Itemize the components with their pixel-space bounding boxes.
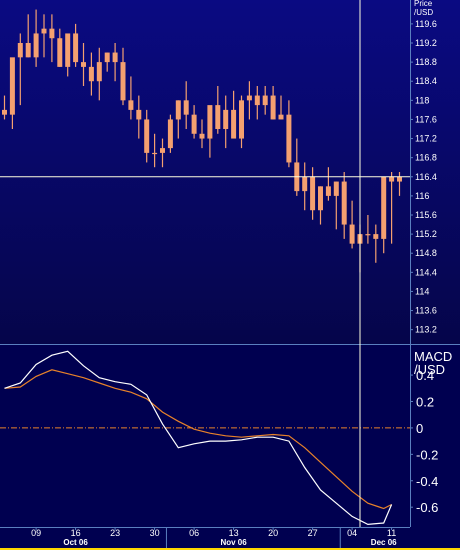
macd-tick-label: -0.4 (416, 474, 438, 489)
x-tick-label: 23 (110, 528, 120, 538)
candle-body (246, 95, 252, 101)
x-tick-label: 09 (31, 528, 41, 538)
macd-panel-background (0, 344, 460, 550)
candle-body (365, 234, 371, 236)
candle (167, 114, 173, 153)
x-tick-label: 20 (268, 528, 278, 538)
macd-tick-label: 0 (416, 421, 423, 436)
price-tick-label: 117.6 (415, 114, 437, 124)
candle-body (9, 57, 15, 115)
x-tick-label: 16 (71, 528, 81, 538)
macd-tick-label: -0.2 (416, 447, 438, 462)
candle-body (183, 100, 189, 115)
x-tick-label: 11 (387, 528, 396, 538)
candle-body (2, 109, 7, 115)
month-label: Nov 06 (220, 538, 247, 547)
price-tick-label: 117.2 (415, 134, 437, 144)
macd-tick-label: 0.2 (416, 394, 434, 409)
candle-body (278, 114, 284, 120)
x-tick-label: 30 (150, 528, 160, 538)
candle-body (25, 43, 31, 58)
candle-body (223, 109, 229, 129)
candle-body (17, 43, 23, 58)
candle-body (144, 119, 150, 153)
candle-body (325, 186, 331, 196)
candle-body (57, 38, 63, 67)
price-tick-label: 118 (415, 95, 429, 105)
price-tick-label: 115.6 (415, 210, 437, 220)
month-label: Oct 06 (63, 538, 88, 547)
x-tick-label: 13 (229, 528, 239, 538)
candle-body (88, 66, 94, 82)
price-tick-label: 114.8 (415, 248, 437, 258)
candle-body (65, 33, 71, 67)
candle-body (302, 176, 308, 192)
price-tick-label: 118.8 (415, 57, 437, 67)
candle-body (333, 181, 339, 196)
candle-body (318, 186, 323, 211)
candle-body (136, 109, 142, 120)
candle-body (81, 62, 86, 67)
candle-body (104, 52, 110, 63)
candle-body (167, 119, 173, 149)
x-tick-label: 06 (189, 528, 199, 538)
price-tick-label: 116.4 (415, 172, 437, 182)
price-tick-label: 115.2 (415, 229, 437, 239)
candle-body (373, 234, 379, 239)
x-tick-label: 04 (347, 528, 357, 538)
price-tick-label: 116.8 (415, 153, 437, 163)
price-tick-label: 119.2 (415, 38, 437, 48)
candle-body (270, 95, 276, 120)
chart-canvas: 113.2 113.6 114 114.4 114.8 115.2 115.6 116 116.… (0, 0, 460, 550)
price-axis-title: Price (414, 0, 433, 8)
candle-body (120, 62, 126, 101)
price-tick-label: 114.4 (415, 267, 437, 277)
candle-body (310, 176, 316, 211)
candle-body (349, 224, 355, 244)
candle-body (215, 105, 221, 129)
candle-body (73, 33, 79, 63)
candle-body (207, 105, 213, 139)
macd-price-chart: 113.2 113.6 114 114.4 114.8 115.2 115.6 116 116.… (0, 0, 460, 550)
candle-body (254, 95, 260, 106)
price-tick-label: 119.6 (415, 19, 437, 29)
price-tick-label: 114 (415, 286, 429, 296)
price-tick-label: 116 (415, 191, 429, 201)
candle-body (175, 100, 181, 120)
candle-body (128, 100, 134, 110)
candle-body (152, 152, 158, 155)
candle-body (341, 181, 347, 225)
candle-body (239, 100, 244, 139)
macd-tick-label: -0.6 (416, 500, 438, 515)
candle-body (262, 95, 268, 106)
candle-body (381, 176, 387, 239)
candle-body (397, 176, 402, 182)
month-label: Dec 06 (371, 538, 397, 547)
price-axis-unit: /USD (414, 8, 433, 17)
candle-body (199, 133, 205, 139)
price-tick-label: 113.2 (415, 325, 437, 335)
candle-body (41, 28, 47, 34)
candle-body (49, 28, 55, 39)
macd-axis-unit: /USD (414, 362, 445, 377)
price-tick-label: 113.6 (415, 306, 437, 316)
candle-body (112, 52, 118, 63)
candle-body (96, 62, 102, 82)
candle-body (231, 109, 237, 139)
candle-body (33, 33, 39, 58)
candle-body (286, 114, 292, 163)
price-tick-label: 118.4 (415, 76, 437, 86)
candle-body (389, 176, 395, 182)
x-tick-label: 27 (308, 528, 318, 538)
candle-body (191, 114, 197, 134)
candle-body (160, 148, 165, 153)
